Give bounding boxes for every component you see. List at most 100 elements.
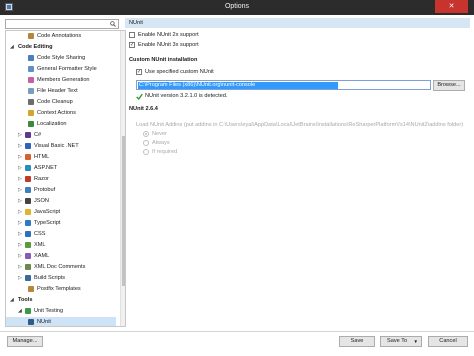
tree-item-css[interactable]: ▷ CSS bbox=[6, 229, 116, 240]
expand-arrow-icon[interactable]: ▷ bbox=[18, 166, 23, 171]
vb-icon bbox=[25, 143, 31, 149]
tree-item-general-formatter-style[interactable]: General Formatter Style bbox=[6, 64, 116, 75]
radio-never[interactable] bbox=[143, 131, 149, 137]
enable-2x-checkbox[interactable] bbox=[129, 32, 135, 38]
save-to-button[interactable]: Save To ▼ bbox=[380, 336, 422, 347]
expand-arrow-icon[interactable]: ▷ bbox=[18, 177, 23, 182]
javascript-icon bbox=[25, 209, 31, 215]
manage-button[interactable]: Manage... bbox=[7, 336, 43, 347]
tree-item-postfix-templates[interactable]: Postfix Templates bbox=[6, 284, 116, 295]
tree-item-members-generation[interactable]: Members Generation bbox=[6, 75, 116, 86]
browse-button[interactable]: Browse... bbox=[433, 80, 465, 91]
tree-item-build-scripts[interactable]: ▷ Build Scripts bbox=[6, 273, 116, 284]
nunit-264-heading: NUnit 2.6.4 bbox=[129, 106, 158, 112]
tree-item-typescript[interactable]: ▷ TypeScript bbox=[6, 218, 116, 229]
settings-tree[interactable]: NUnit ◢ Unit Testing ◢ Tools Postfix Template… bbox=[5, 30, 126, 327]
checkmark-icon: ✓ bbox=[130, 42, 135, 48]
expand-arrow-icon[interactable]: ▷ bbox=[18, 232, 23, 237]
tree-item-label: Code Annotations bbox=[37, 33, 82, 39]
tree-item-localization[interactable]: Localization bbox=[6, 119, 116, 130]
razor-icon bbox=[25, 176, 31, 182]
tree-item-asp-net[interactable]: ▷ ASP.NET bbox=[6, 163, 116, 174]
tree-item-label: CSS bbox=[34, 231, 46, 237]
aspnet-icon bbox=[25, 165, 31, 171]
tree-item-code-cleanup[interactable]: Code Cleanup bbox=[6, 97, 116, 108]
nunit-settings-panel: NUnit Enable NUnit 2x support ✓ Enable N… bbox=[125, 18, 470, 330]
expand-arrow-icon[interactable]: ▷ bbox=[18, 254, 23, 259]
tree-item-nunit[interactable]: NUnit bbox=[6, 317, 116, 326]
expand-arrow-icon[interactable]: ▷ bbox=[18, 276, 23, 281]
tree-item-xml-doc-comments[interactable]: ▷ XML Doc Comments bbox=[6, 262, 116, 273]
collapse-arrow-icon[interactable]: ◢ bbox=[10, 298, 15, 303]
panel-header: NUnit bbox=[125, 18, 470, 28]
tree-item-label: XML bbox=[34, 242, 46, 248]
nunit-path-field[interactable] bbox=[136, 80, 431, 90]
radio-never-label[interactable]: Never bbox=[152, 131, 167, 137]
use-specified-label[interactable]: Use specified custom NUnit bbox=[145, 69, 214, 75]
nunit-path-input[interactable] bbox=[138, 82, 338, 89]
tree-item-unit-testing[interactable]: ◢ Unit Testing bbox=[6, 306, 116, 317]
expand-arrow-icon[interactable]: ▷ bbox=[18, 210, 23, 215]
tree-item-label: HTML bbox=[34, 154, 50, 160]
expand-arrow-icon[interactable]: ▷ bbox=[18, 133, 23, 138]
expand-arrow-icon[interactable]: ▷ bbox=[18, 144, 23, 149]
radio-if-required[interactable] bbox=[143, 149, 149, 155]
postfix-icon bbox=[28, 286, 34, 292]
tree-item-tools[interactable]: ◢ Tools bbox=[6, 295, 116, 306]
tree-item-code-style-sharing[interactable]: Code Style Sharing bbox=[6, 53, 116, 64]
localization-icon bbox=[28, 121, 34, 127]
enable-3x-label[interactable]: Enable NUnit 3x support bbox=[138, 42, 199, 48]
tree-item-file-header-text[interactable]: File Header Text bbox=[6, 86, 116, 97]
expand-arrow-icon[interactable]: ▷ bbox=[18, 265, 23, 270]
tree-item-xml[interactable]: ▷ XML bbox=[6, 240, 116, 251]
tree-item-label: JSON bbox=[34, 198, 49, 204]
tree-item-label: Build Scripts bbox=[34, 275, 66, 281]
save-button[interactable]: Save bbox=[339, 336, 375, 347]
expand-arrow-icon[interactable]: ▷ bbox=[18, 155, 23, 160]
tree-item-protobuf[interactable]: ▷ Protobuf bbox=[6, 185, 116, 196]
unit-testing-icon bbox=[25, 308, 31, 314]
tree-item-code-annotations[interactable]: Code Annotations bbox=[6, 31, 116, 42]
success-check-icon bbox=[136, 93, 143, 100]
style-sharing-icon bbox=[28, 55, 34, 61]
use-specified-checkbox[interactable]: ✓ bbox=[136, 69, 142, 75]
context-actions-icon bbox=[28, 110, 34, 116]
load-addins-label: Load NUnit Addins (put addins in C:\User… bbox=[136, 122, 464, 128]
tree-item-visual-basic-net[interactable]: ▷ Visual Basic .NET bbox=[6, 141, 116, 152]
json-icon bbox=[25, 198, 31, 204]
close-button[interactable]: ✕ bbox=[435, 0, 468, 13]
tree-item-c[interactable]: ▷ C# bbox=[6, 130, 116, 141]
collapse-arrow-icon[interactable]: ◢ bbox=[18, 309, 23, 314]
tree-item-javascript[interactable]: ▷ JavaScript bbox=[6, 207, 116, 218]
build-scripts-icon bbox=[25, 275, 31, 281]
tree-item-label: Tools bbox=[18, 297, 33, 303]
radio-always[interactable] bbox=[143, 140, 149, 146]
tree-item-html[interactable]: ▷ HTML bbox=[6, 152, 116, 163]
search-field[interactable] bbox=[5, 19, 119, 29]
custom-installation-heading: Custom NUnit installation bbox=[129, 57, 198, 63]
chevron-down-icon: ▼ bbox=[413, 339, 418, 344]
tree-item-label: TypeScript bbox=[34, 220, 61, 226]
tree-item-xaml[interactable]: ▷ XAML bbox=[6, 251, 116, 262]
tree-item-razor[interactable]: ▷ Razor bbox=[6, 174, 116, 185]
expand-arrow-icon[interactable]: ▷ bbox=[18, 199, 23, 204]
panel-title: NUnit bbox=[129, 20, 143, 26]
tree-item-label: Context Actions bbox=[37, 110, 76, 116]
members-icon bbox=[28, 77, 34, 83]
radio-always-label[interactable]: Always bbox=[152, 140, 170, 146]
tree-item-label: Protobuf bbox=[34, 187, 56, 193]
search-input[interactable] bbox=[8, 20, 104, 28]
radio-if-required-label[interactable]: If required bbox=[152, 149, 177, 155]
enable-2x-label[interactable]: Enable NUnit 2x support bbox=[138, 32, 199, 38]
expand-arrow-icon[interactable]: ▷ bbox=[18, 243, 23, 248]
expand-arrow-icon[interactable]: ▷ bbox=[18, 221, 23, 226]
enable-3x-checkbox[interactable]: ✓ bbox=[129, 42, 135, 48]
file-header-icon bbox=[28, 88, 34, 94]
tree-item-label: Visual Basic .NET bbox=[34, 143, 79, 149]
tree-item-json[interactable]: ▷ JSON bbox=[6, 196, 116, 207]
tree-item-code-editing[interactable]: ◢ Code Editing bbox=[6, 42, 116, 53]
cancel-button[interactable]: Cancel bbox=[428, 336, 468, 347]
collapse-arrow-icon[interactable]: ◢ bbox=[10, 45, 15, 50]
tree-item-context-actions[interactable]: Context Actions bbox=[6, 108, 116, 119]
expand-arrow-icon[interactable]: ▷ bbox=[18, 188, 23, 193]
